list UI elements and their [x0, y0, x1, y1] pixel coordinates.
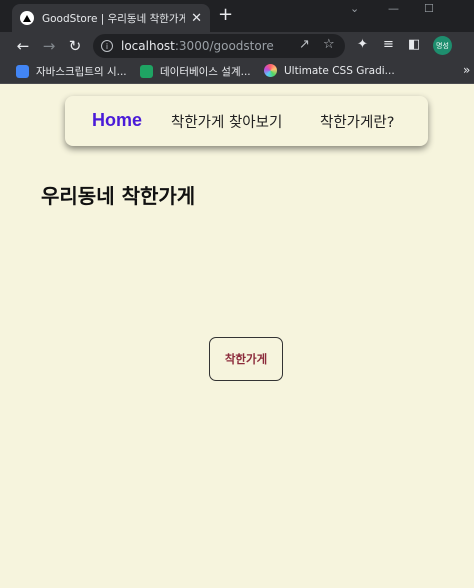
- close-icon[interactable]: ✕: [191, 11, 202, 26]
- minimize-button[interactable]: —: [388, 2, 399, 15]
- reload-icon[interactable]: ↻: [62, 34, 88, 58]
- maximize-button[interactable]: ☐: [424, 2, 434, 15]
- site-navbar: Home 착한가게 찾아보기 착한가게란?: [65, 96, 428, 146]
- tab-search-icon[interactable]: ⌄: [350, 2, 359, 15]
- bookmarks-bar: 자바스크립트의 시... 데이터베이스 설계... Ultimate CSS G…: [0, 60, 474, 84]
- side-panel-icon[interactable]: ◧: [408, 37, 420, 52]
- bookmark-star-icon[interactable]: ☆: [323, 37, 335, 52]
- bookmark-label: 자바스크립트의 시...: [36, 66, 127, 78]
- gradient-bookmark-icon: [264, 64, 277, 77]
- url-host: localhost: [121, 39, 175, 53]
- good-store-button[interactable]: 착한가게: [209, 337, 283, 381]
- share-icon[interactable]: ↗: [299, 37, 310, 52]
- page-title: 우리동네 착한가게: [41, 184, 196, 208]
- nav-about-link[interactable]: 착한가게란?: [320, 111, 394, 132]
- db-bookmark-icon: [140, 65, 153, 78]
- new-tab-button[interactable]: +: [218, 5, 233, 25]
- js-bookmark-icon: [16, 65, 29, 78]
- bookmark-item[interactable]: 데이터베이스 설계...: [140, 64, 251, 79]
- extensions-puzzle-icon[interactable]: ✦: [357, 37, 368, 52]
- browser-toolbar: ← → ↻ i localhost:3000/goodstore ↗ ☆ ✦ ≡…: [0, 32, 474, 60]
- bookmarks-overflow-icon[interactable]: »: [463, 63, 470, 77]
- browser-titlebar: GoodStore | 우리동네 착한가게 ✕ + ⌄ — ☐: [0, 0, 474, 32]
- profile-avatar[interactable]: 명성: [433, 36, 452, 55]
- back-arrow-icon[interactable]: ←: [10, 34, 36, 58]
- nav-find-store-link[interactable]: 착한가게 찾아보기: [171, 111, 282, 132]
- info-icon[interactable]: i: [101, 40, 113, 52]
- forward-arrow-icon[interactable]: →: [36, 34, 62, 58]
- bookmark-label: Ultimate CSS Gradi...: [284, 64, 395, 77]
- nav-home-link[interactable]: Home: [92, 110, 142, 131]
- tab-title: GoodStore | 우리동네 착한가게: [42, 12, 186, 25]
- bookmark-item[interactable]: 자바스크립트의 시...: [16, 64, 127, 79]
- media-control-icon[interactable]: ≡: [383, 37, 394, 52]
- browser-tab[interactable]: GoodStore | 우리동네 착한가게 ✕: [12, 4, 210, 32]
- address-bar[interactable]: i localhost:3000/goodstore ↗ ☆: [93, 34, 345, 58]
- bookmark-label: 데이터베이스 설계...: [160, 66, 251, 78]
- url-path: :3000/goodstore: [174, 39, 274, 53]
- bookmark-item[interactable]: Ultimate CSS Gradi...: [264, 64, 395, 77]
- triangle-favicon-icon: [20, 11, 34, 25]
